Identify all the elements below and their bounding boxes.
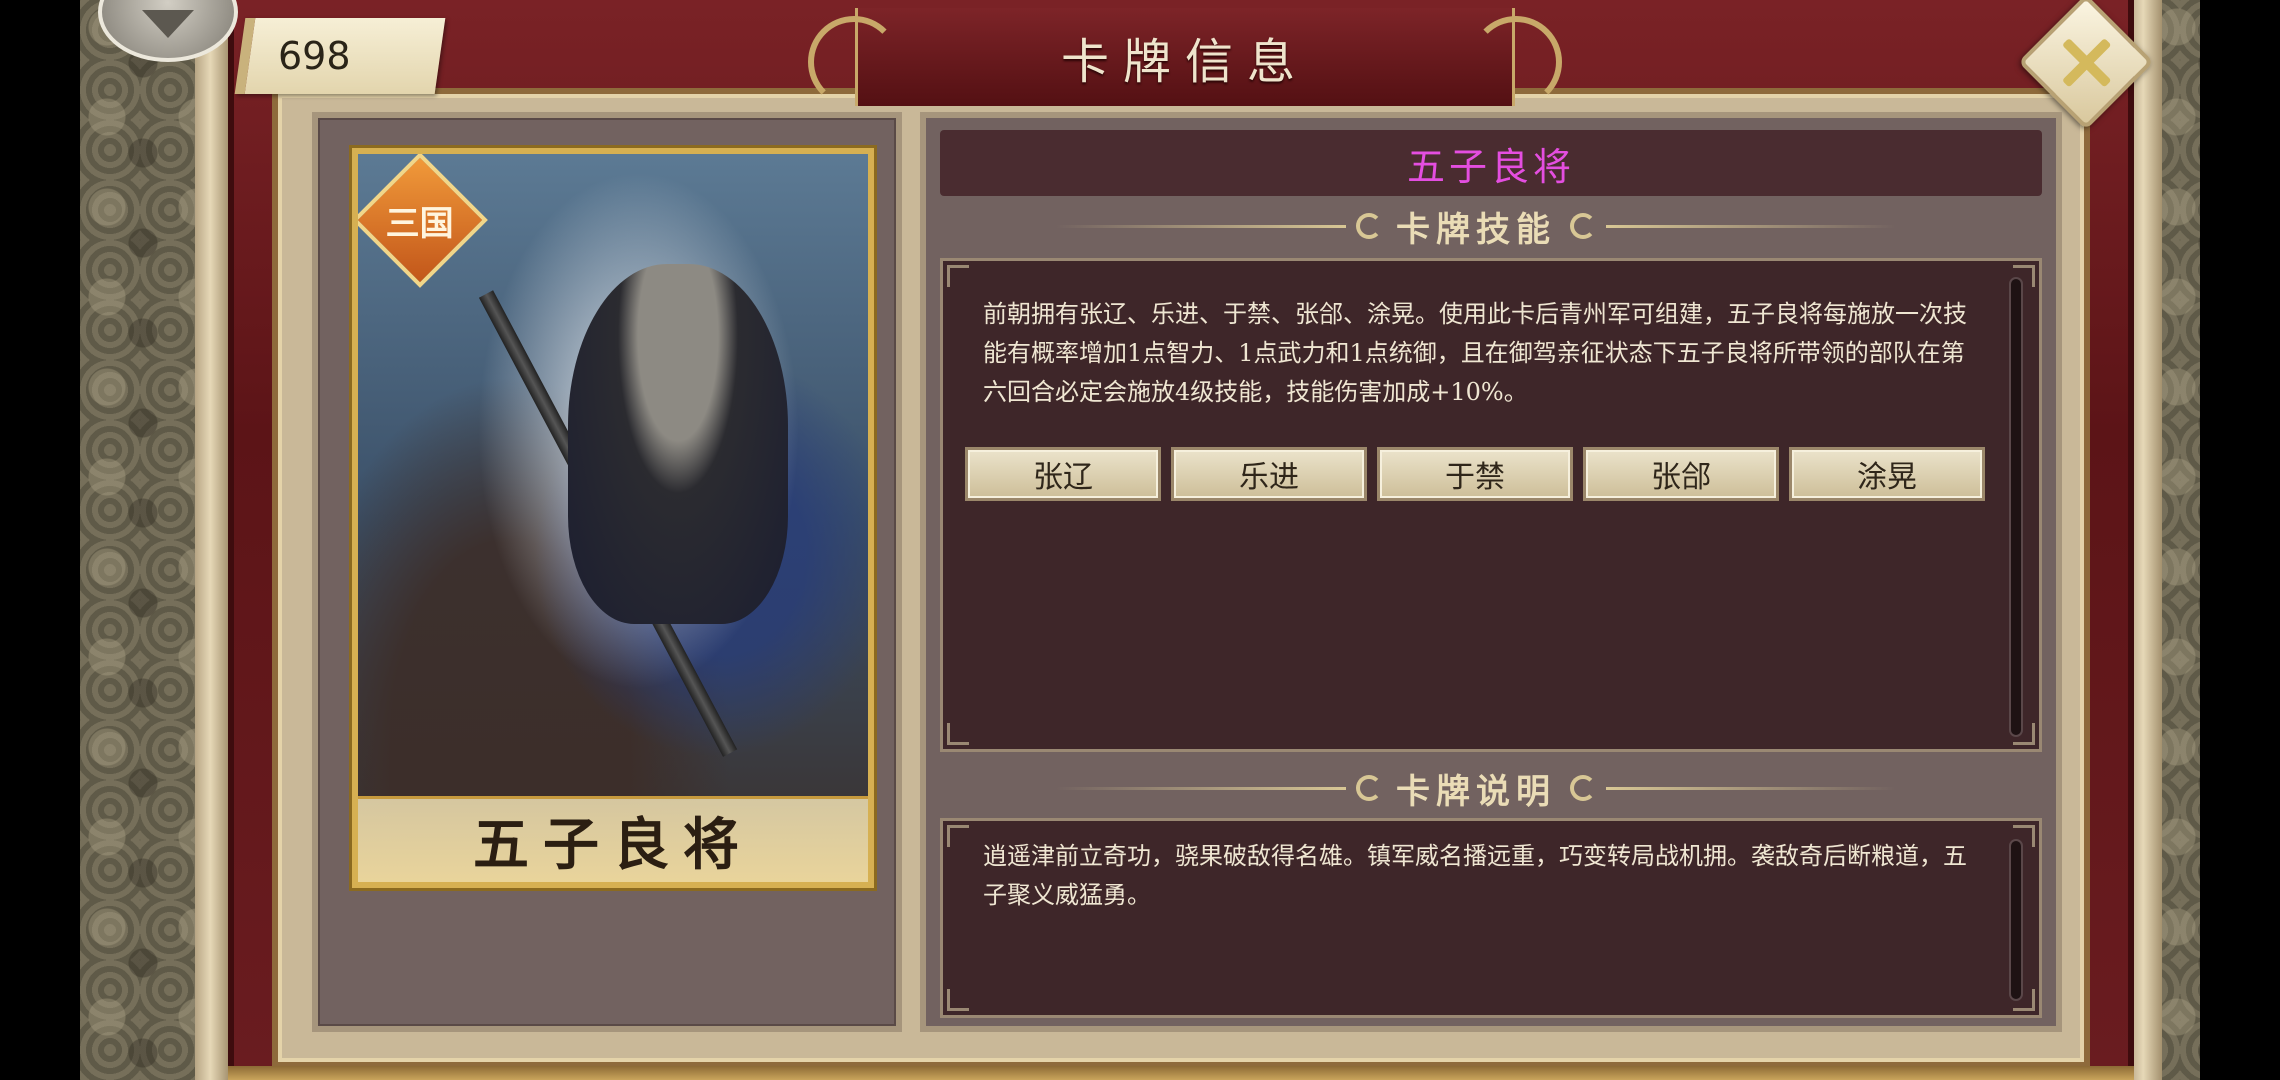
corner-ornament (947, 989, 969, 1011)
general-button-yujin[interactable]: 于禁 (1377, 447, 1573, 501)
general-button-row: 张辽 乐进 于禁 张郃 涂晃 (965, 447, 1985, 501)
faction-badge-label: 三国 (386, 203, 454, 244)
corner-ornament (947, 723, 969, 745)
description-section-divider: 卡牌说明 (1056, 766, 1896, 812)
ornate-backdrop-left (80, 0, 200, 1080)
swirl-ornament-icon (1356, 775, 1382, 801)
swirl-ornament-icon (1570, 213, 1596, 239)
chevron-down-icon (142, 10, 194, 38)
faction-badge: 三国 (358, 154, 488, 288)
left-letterbox (0, 0, 80, 1080)
page-title: 卡牌信息 (1060, 34, 1309, 90)
card-name: 五子良将 (473, 812, 753, 878)
general-button-zhangliao[interactable]: 张辽 (965, 447, 1161, 501)
counter-scroll: 698 (234, 18, 446, 94)
corner-ornament (947, 265, 969, 287)
description-section-title: 卡牌说明 (1396, 771, 1556, 812)
general-button-xuhuang[interactable]: 涂晃 (1789, 447, 1985, 501)
card-illustration: 三国 五子良将 (352, 148, 874, 888)
description-box: 逍遥津前立奇功，骁果破敌得名雄。镇军威名播远重，巧变转局战机拥。袭敌奇后断粮道，… (940, 818, 2042, 1018)
skill-scrollbar[interactable] (2009, 277, 2023, 737)
right-letterbox (2200, 0, 2280, 1080)
info-panel: 五子良将 卡牌技能 前朝拥有张辽、乐进、于禁、张郃、涂晃。使用此卡后青州军可组建… (920, 112, 2062, 1032)
window-bottom-rim (228, 1066, 2134, 1080)
warrior-illustration (568, 264, 788, 624)
description-text: 逍遥津前立奇功，骁果破敌得名雄。镇军威名播远重，巧变转局战机拥。袭敌奇后断粮道，… (983, 842, 1967, 909)
corner-ornament (947, 825, 969, 847)
card-panel: 三国 五子良将 (312, 112, 902, 1032)
card-title-header: 五子良将 (940, 130, 2042, 196)
description-scrollbar[interactable] (2009, 839, 2023, 1001)
pillar-left (195, 0, 229, 1080)
swirl-ornament-icon (1356, 213, 1382, 239)
skill-section-divider: 卡牌技能 (1056, 204, 1896, 250)
skill-text: 前朝拥有张辽、乐进、于禁、张郃、涂晃。使用此卡后青州军可组建，五子良将每施放一次… (983, 300, 1967, 406)
close-icon (2044, 20, 2129, 105)
skill-section-title: 卡牌技能 (1396, 209, 1556, 250)
title-banner: 卡牌信息 (808, 8, 1562, 108)
card-name-plate: 五子良将 (358, 796, 868, 882)
card-title: 五子良将 (1406, 144, 1575, 189)
general-button-zhanghe[interactable]: 张郃 (1583, 447, 1779, 501)
skill-box: 前朝拥有张辽、乐进、于禁、张郃、涂晃。使用此卡后青州军可组建，五子良将每施放一次… (940, 258, 2042, 752)
swirl-ornament-icon (1570, 775, 1596, 801)
general-button-yuejin[interactable]: 乐进 (1171, 447, 1367, 501)
counter-value: 698 (278, 34, 351, 78)
